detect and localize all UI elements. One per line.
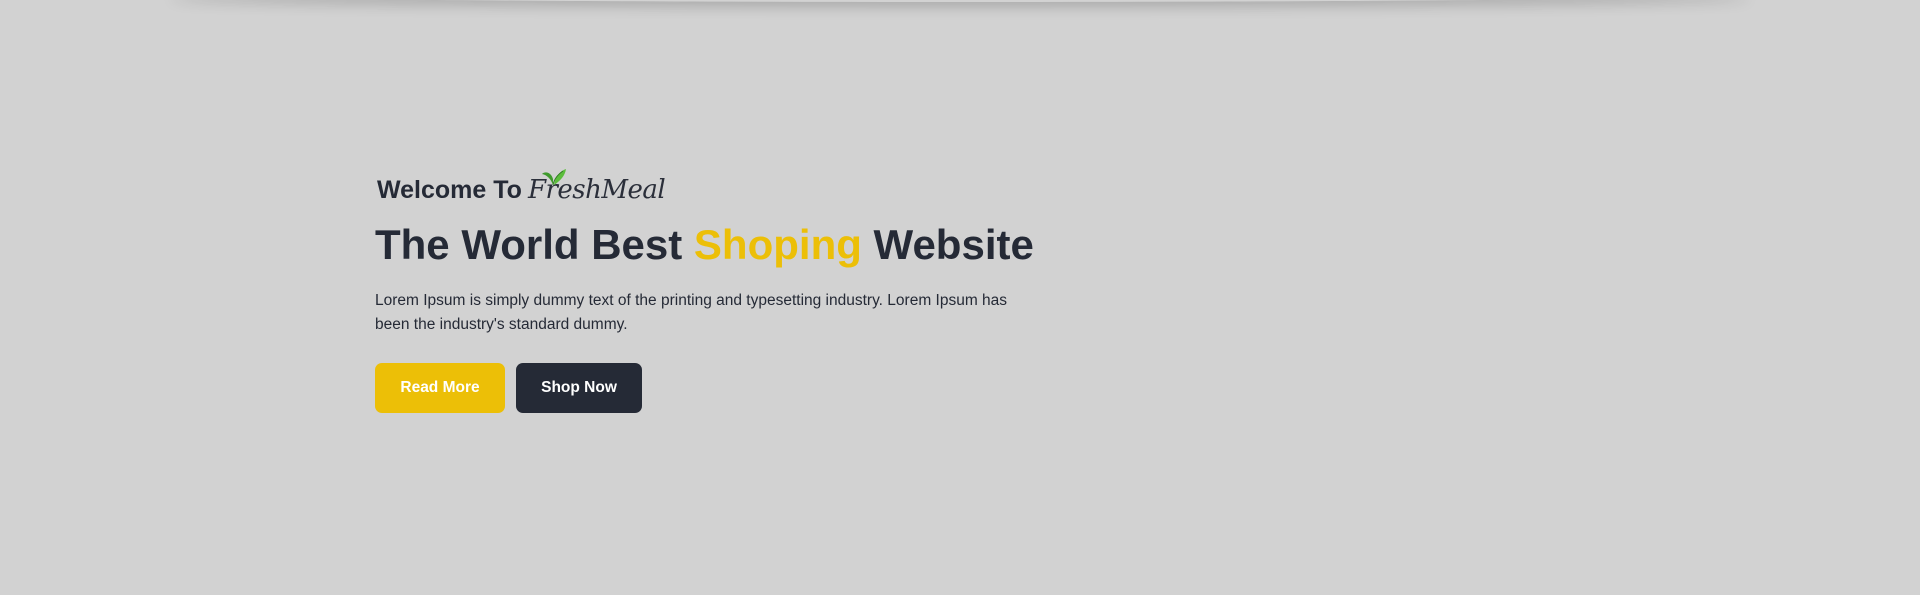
brand-logo: FreshMeal [528,169,666,206]
headline-accent: Shoping [693,221,862,268]
hero-description: Lorem Ipsum is simply dummy text of the … [375,292,1008,333]
leaf-icon [541,169,566,186]
hero-section: Welcome To FreshMeal The World Best Shop… [375,168,1035,413]
headline-part1: The World Best [375,221,694,268]
welcome-line: Welcome To FreshMeal [377,168,1035,206]
page-title: The World Best Shoping Website [375,220,1035,270]
headline-part2: Website [861,221,1034,268]
shop-now-button[interactable]: Shop Now [516,363,642,413]
hero-buttons: Read More Shop Now [375,363,1035,413]
welcome-text: Welcome To [377,176,522,204]
header-shadow [170,0,1750,2]
read-more-button[interactable]: Read More [375,363,505,413]
